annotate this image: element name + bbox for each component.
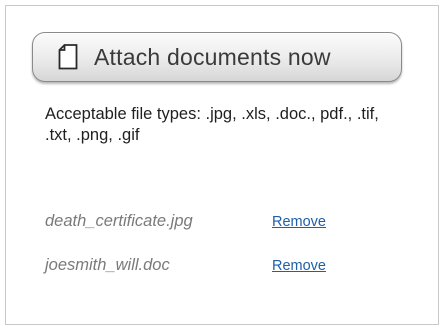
- attach-documents-button[interactable]: Attach documents now: [32, 32, 402, 82]
- file-list-item: joesmith_will.doc Remove: [45, 256, 405, 280]
- file-name: joesmith_will.doc: [45, 256, 170, 274]
- acceptable-file-types-text: Acceptable file types: .jpg, .xls, .doc.…: [45, 105, 379, 144]
- remove-file-link[interactable]: Remove: [272, 214, 326, 230]
- document-icon: [58, 44, 78, 70]
- remove-file-link[interactable]: Remove: [272, 258, 326, 274]
- attach-documents-label: Attach documents now: [94, 44, 331, 70]
- file-list-item: death_certificate.jpg Remove: [45, 212, 405, 236]
- file-name: death_certificate.jpg: [45, 212, 193, 230]
